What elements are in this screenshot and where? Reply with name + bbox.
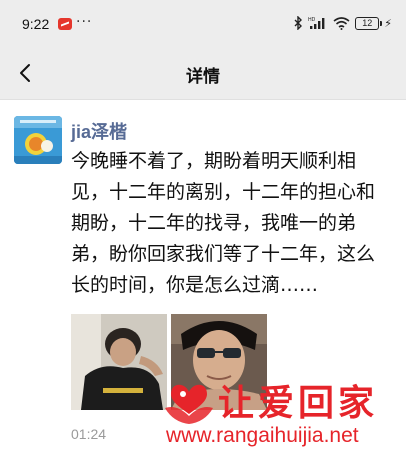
battery-icon: 12 bbox=[355, 16, 382, 30]
wifi-icon bbox=[333, 17, 350, 30]
status-icons: HD 12 ⚡︎ bbox=[294, 15, 392, 31]
bluetooth-icon bbox=[294, 16, 303, 30]
charging-icon: ⚡︎ bbox=[384, 16, 392, 30]
page-title: 详情 bbox=[186, 67, 220, 87]
author-name[interactable]: jia泽楷 bbox=[71, 118, 127, 144]
watermark-url: www.rangaihuijia.net bbox=[166, 424, 359, 447]
watermark-chinese: 让爱回家 bbox=[218, 382, 379, 424]
post-time: 01:24 bbox=[71, 426, 107, 442]
moments-detail-screen: 9:22 ··· HD 12 ⚡︎ 详情 jia泽楷 今晚睡不着了，期盼着明天顺… bbox=[0, 0, 406, 455]
status-bar: 9:22 ··· HD 12 ⚡︎ bbox=[0, 0, 406, 44]
hd-signal-icon: HD bbox=[308, 17, 325, 29]
photo-1[interactable] bbox=[71, 314, 167, 410]
svg-text:HD: HD bbox=[308, 17, 316, 23]
more-notifications-icon: ··· bbox=[76, 14, 93, 30]
notification-app-icon bbox=[58, 18, 72, 30]
post-text: 今晚睡不着了，期盼着明天顺利相见，十二年的离别，十二年的担心和期盼，十二年的找寻… bbox=[71, 150, 376, 296]
avatar[interactable] bbox=[14, 116, 62, 164]
nav-bar: 详情 bbox=[0, 44, 406, 100]
battery-level: 12 bbox=[362, 18, 373, 28]
avatar-image bbox=[14, 116, 62, 164]
status-time: 9:22 bbox=[22, 16, 50, 32]
watermark-logo-icon bbox=[165, 384, 213, 424]
